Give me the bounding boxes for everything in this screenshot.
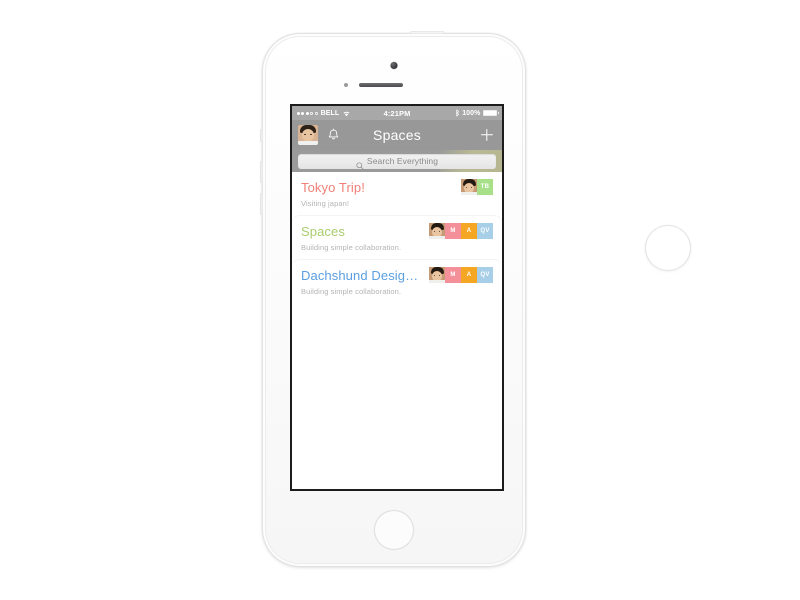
list-item[interactable]: Tokyo Trip! TB Visiting japan! (292, 172, 502, 216)
member-avatar-initials: A (461, 267, 477, 283)
member-avatars: TB (461, 179, 493, 195)
member-avatar-initials: M (445, 267, 461, 283)
list-item[interactable]: Dachshund Desig… M A QV Building simple coll… (292, 260, 502, 304)
add-space-button[interactable] (478, 126, 496, 144)
bell-icon[interactable] (326, 127, 340, 143)
member-avatars: M A QV (429, 223, 493, 239)
list-item[interactable]: Spaces M A QV Building simple collaboration. (292, 216, 502, 260)
spaces-list[interactable]: Tokyo Trip! TB Visiting japan! Spaces M A QV Bu… (292, 172, 502, 489)
list-item-header: Tokyo Trip! TB (301, 179, 493, 195)
signal-strength-icon (297, 111, 318, 115)
silent-switch[interactable] (260, 129, 263, 142)
member-avatar-initials: M (445, 223, 461, 239)
status-bar-left: BELL (297, 110, 350, 117)
bluetooth-icon (455, 109, 460, 117)
space-title: Dachshund Desig… (301, 267, 419, 283)
battery-percent-label: 100% (462, 109, 481, 117)
wifi-icon (342, 110, 350, 117)
status-bar: BELL 4:21PM 100% (292, 106, 502, 120)
home-button[interactable] (374, 510, 414, 550)
list-item-header: Dachshund Desig… M A QV (301, 267, 493, 283)
earpiece-speaker-icon (359, 83, 403, 87)
member-avatar-photo (429, 223, 445, 239)
member-avatar-photo (429, 267, 445, 283)
page-title: Spaces (373, 127, 421, 143)
member-avatar-initials: TB (477, 179, 493, 195)
space-subtitle: Building simple collaboration. (301, 243, 402, 252)
space-subtitle: Building simple collaboration. (301, 287, 402, 296)
search-placeholder: Search Everything (366, 156, 439, 166)
member-avatar-initials: A (461, 223, 477, 239)
screenshot-canvas: BELL 4:21PM 100% Spaces Search Everythin… (0, 0, 800, 600)
navigation-bar: Spaces (292, 120, 502, 150)
search-bar-container: Search Everything (292, 150, 502, 172)
status-bar-right: 100% (455, 109, 500, 117)
search-icon (356, 157, 364, 170)
touch-indicator (646, 226, 690, 270)
space-title: Tokyo Trip! (301, 179, 365, 195)
phone-device: BELL 4:21PM 100% Spaces Search Everythin… (260, 31, 526, 567)
carrier-label: BELL (320, 109, 340, 117)
avatar[interactable] (298, 125, 318, 145)
volume-down-button[interactable] (260, 193, 263, 215)
member-avatar-photo (461, 179, 477, 195)
phone-screen: BELL 4:21PM 100% Spaces Search Everythin… (290, 104, 504, 491)
member-avatar-initials: QV (477, 223, 493, 239)
member-avatars: M A QV (429, 267, 493, 283)
volume-up-button[interactable] (260, 161, 263, 183)
member-avatar-initials: QV (477, 267, 493, 283)
space-subtitle: Visiting japan! (301, 199, 350, 208)
front-camera-icon (390, 62, 398, 69)
power-button[interactable] (410, 31, 444, 34)
proximity-sensor-icon (344, 83, 348, 87)
search-input[interactable]: Search Everything (298, 153, 496, 170)
list-item-header: Spaces M A QV (301, 223, 493, 239)
space-title: Spaces (301, 223, 345, 239)
battery-full-icon (483, 110, 500, 117)
